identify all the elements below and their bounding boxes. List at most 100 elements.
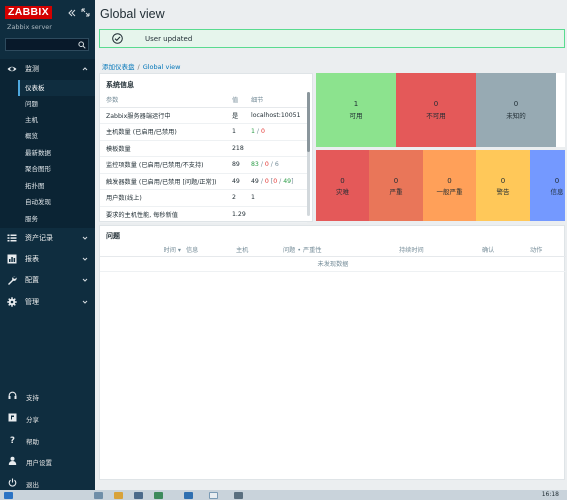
severity-label: 灾难 <box>336 188 349 196</box>
table-row: Zabbix服务器端运行中 是 localhost:10051 <box>100 107 307 124</box>
menu-user-settings-label: 用户设置 <box>26 459 52 467</box>
severity-count: 0 <box>500 177 506 185</box>
submenu-latest-data[interactable]: 最新数据 <box>18 145 95 161</box>
taskbar-app-icon[interactable] <box>184 492 193 499</box>
collapse-sidebar-icon[interactable] <box>68 9 76 17</box>
availability-unavailable[interactable]: 0 不可用 <box>396 73 476 147</box>
widget-title: 问题 <box>106 232 120 240</box>
availability-available[interactable]: 1 可用 <box>316 73 396 147</box>
breadcrumb-dashboards[interactable]: 添加仪表盘 <box>102 63 135 71</box>
availability-count: 0 <box>433 100 439 108</box>
table-header-row: 参数 值 细节 <box>100 93 307 108</box>
menu-inventory[interactable]: 资产记录 <box>0 228 95 248</box>
detail-disabled: 0 <box>260 128 265 136</box>
taskbar-app-icon[interactable] <box>154 492 163 499</box>
severity-average[interactable]: 0 一般严重 <box>423 150 476 221</box>
menu-administration[interactable]: 管理 <box>0 292 95 312</box>
menu-configuration[interactable]: 配置 <box>0 270 95 290</box>
main-content: Global view User updated 添加仪表盘 / Global vi… <box>95 0 567 490</box>
menu-support-label: 支持 <box>26 394 39 402</box>
detail-bracket: ] <box>291 177 294 185</box>
share-icon <box>8 413 17 422</box>
kiosk-mode-icon[interactable] <box>81 8 90 17</box>
taskbar: 16:18 <box>0 490 567 500</box>
server-name: Zabbix server <box>7 23 52 31</box>
sidebar-header: ZABBIX <box>5 6 90 20</box>
table-header-row: 时间 ▾ 信息 主机 问题 • 严重性 持续时间 确认 动作 <box>100 243 566 257</box>
value-cell: 是 <box>228 107 248 124</box>
column-header-ack: 确认 <box>482 243 530 257</box>
value-cell: 1.29 <box>228 206 248 223</box>
detail-cell: localhost:10051 <box>248 107 307 124</box>
table-row: 主机数量 (已启用/已禁用) 1 1 / 0 <box>100 123 307 141</box>
check-circle-icon <box>112 33 123 44</box>
taskbar-app-icon[interactable] <box>234 492 243 499</box>
widget-title: 系统信息 <box>106 81 134 89</box>
availability-unknown[interactable]: 0 未知的 <box>476 73 556 147</box>
param-cell: 模板数量 <box>100 140 228 157</box>
column-header-time[interactable]: 时间 ▾ <box>100 243 186 257</box>
severity-warning[interactable]: 0 警告 <box>476 150 530 221</box>
menu-user-settings[interactable]: 用户设置 <box>0 452 95 470</box>
menu-help[interactable]: ? 帮助 <box>0 431 95 449</box>
headset-icon <box>8 391 17 399</box>
widget-scrollbar-thumb[interactable] <box>307 92 310 152</box>
page-title: Global view <box>100 7 165 21</box>
menu-share-label: 分享 <box>26 416 39 424</box>
zabbix-logo[interactable]: ZABBIX <box>5 6 52 19</box>
severity-disaster[interactable]: 0 灾难 <box>316 150 369 221</box>
detail-enabled: 83 <box>251 161 259 169</box>
taskbar-app-icon[interactable] <box>134 492 143 499</box>
menu-administration-label: 管理 <box>25 298 39 306</box>
severity-label: 警告 <box>496 188 510 196</box>
submenu-overview[interactable]: 概览 <box>18 128 95 144</box>
detail-cell: 49 / 0 [0 / 49] <box>248 173 307 190</box>
report-icon <box>7 254 17 264</box>
severity-information[interactable]: 0 信息 <box>530 150 565 221</box>
submenu-problems[interactable]: 问题 <box>18 96 95 112</box>
chevron-down-icon <box>82 300 88 304</box>
monitoring-submenu: 仪表板 问题 主机 概览 最新数据 聚合图形 拓扑图 自动发现 服务 <box>0 79 95 228</box>
submenu-discovery[interactable]: 自动发现 <box>18 194 95 210</box>
breadcrumb: 添加仪表盘 / Global view <box>102 61 180 71</box>
submenu-dashboard[interactable]: 仪表板 <box>18 80 95 96</box>
table-row: 未发现数据 <box>100 256 566 272</box>
value-cell: 218 <box>228 140 248 157</box>
breadcrumb-current[interactable]: Global view <box>143 63 181 71</box>
severity-label: 信息 <box>550 188 564 196</box>
param-cell: 用户数(线上) <box>100 189 228 207</box>
svg-text:?: ? <box>10 436 15 444</box>
folder-icon[interactable] <box>114 492 123 499</box>
menu-support[interactable]: 支持 <box>0 387 95 405</box>
value-cell: 2 <box>228 189 248 207</box>
chevron-down-icon <box>82 236 88 240</box>
start-icon[interactable] <box>4 492 13 499</box>
menu-reports[interactable]: 报表 <box>0 249 95 269</box>
system-info-table: 参数 值 细节 Zabbix服务器端运行中 是 localhost:10051 … <box>100 93 307 223</box>
menu-configuration-label: 配置 <box>25 276 39 284</box>
search-icon[interactable] <box>78 41 86 49</box>
menu-monitoring[interactable]: 监测 <box>0 59 95 79</box>
submenu-maps[interactable]: 拓扑图 <box>18 178 95 194</box>
column-header-problem-severity: 问题 • 严重性 <box>283 243 399 257</box>
severity-high[interactable]: 0 严重 <box>369 150 423 221</box>
submenu-screens[interactable]: 聚合图形 <box>18 161 95 177</box>
submenu-hosts[interactable]: 主机 <box>18 112 95 128</box>
submenu-services[interactable]: 服务 <box>18 211 95 227</box>
table-row: 用户数(线上) 2 1 <box>100 189 307 207</box>
availability-count: 0 <box>513 100 519 108</box>
table-row: 触发器数量 (已启用/已禁用 [问题/正常]) 49 49 / 0 [0 / 4… <box>100 173 307 190</box>
menu-share[interactable]: 分享 <box>0 409 95 427</box>
taskbar-app-icon[interactable] <box>94 492 103 499</box>
browser-icon[interactable] <box>209 492 218 499</box>
eye-icon <box>7 66 17 72</box>
search-input[interactable] <box>6 39 76 50</box>
detail-enabled: 49 <box>251 177 259 185</box>
detail-ok: 49 <box>283 177 292 185</box>
gear-icon <box>7 297 17 307</box>
menu-reports-label: 报表 <box>25 255 39 263</box>
column-header-host: 主机 <box>236 243 283 257</box>
clock: 16:18 <box>541 491 559 498</box>
detail-cell: 1 <box>248 189 307 207</box>
availability-label: 可用 <box>349 112 363 120</box>
